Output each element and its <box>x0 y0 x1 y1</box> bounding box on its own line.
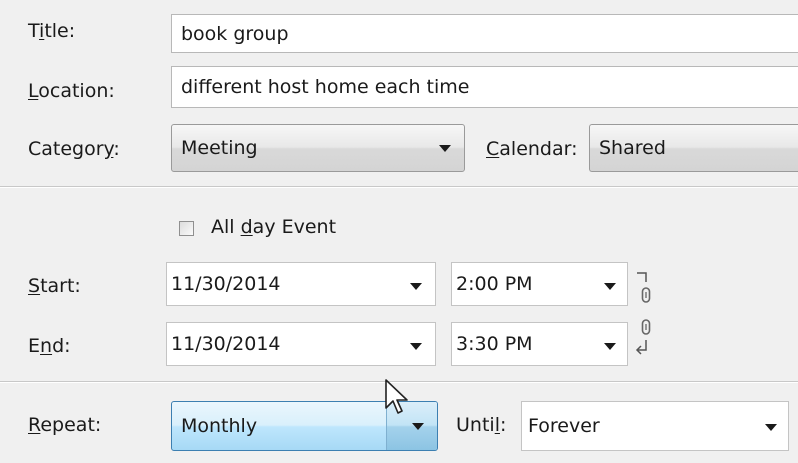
until-dropdown-value: Forever <box>528 415 600 437</box>
title-input-value: book group <box>181 22 289 45</box>
location-input-value: different host home each time <box>181 76 470 98</box>
calendar-label: Calendar: <box>486 138 578 160</box>
location-label: Location: <box>28 80 115 102</box>
chevron-down-icon <box>410 283 422 290</box>
start-time-picker[interactable]: 2:00 PM <box>451 262 628 306</box>
category-dropdown[interactable]: Meeting <box>171 124 465 172</box>
start-time-value: 2:00 PM <box>456 273 533 295</box>
end-date-value: 11/30/2014 <box>171 333 281 355</box>
all-day-checkbox[interactable] <box>179 221 194 236</box>
calendar-dropdown[interactable]: Shared <box>589 124 798 172</box>
end-date-picker[interactable]: 11/30/2014 <box>166 322 436 366</box>
location-input[interactable]: different host home each time <box>171 66 798 108</box>
chevron-down-icon <box>604 283 616 290</box>
section-divider <box>0 186 798 188</box>
chevron-down-icon <box>604 343 616 350</box>
chevron-down-icon <box>765 424 777 431</box>
link-duration-icon[interactable] <box>634 270 660 362</box>
repeat-dropdown-value: Monthly <box>181 415 258 437</box>
title-label: Title: <box>28 20 76 42</box>
end-time-value: 3:30 PM <box>456 333 533 355</box>
start-date-picker[interactable]: 11/30/2014 <box>166 262 436 306</box>
chevron-down-icon <box>410 343 422 350</box>
category-label: Category: <box>28 138 120 160</box>
title-input[interactable]: book group <box>171 14 798 53</box>
end-time-picker[interactable]: 3:30 PM <box>451 322 628 366</box>
repeat-label: Repeat: <box>28 414 102 436</box>
start-label: Start: <box>28 275 81 297</box>
calendar-dropdown-value: Shared <box>599 137 666 159</box>
all-day-label: All day Event <box>211 216 337 238</box>
chevron-down-icon <box>412 423 424 430</box>
start-date-value: 11/30/2014 <box>171 273 281 295</box>
mouse-cursor-icon <box>385 379 408 414</box>
until-dropdown[interactable]: Forever <box>521 401 789 451</box>
category-dropdown-value: Meeting <box>181 137 258 159</box>
until-label: Until: <box>456 414 507 436</box>
end-label: End: <box>28 335 71 357</box>
chevron-down-icon <box>439 145 451 152</box>
